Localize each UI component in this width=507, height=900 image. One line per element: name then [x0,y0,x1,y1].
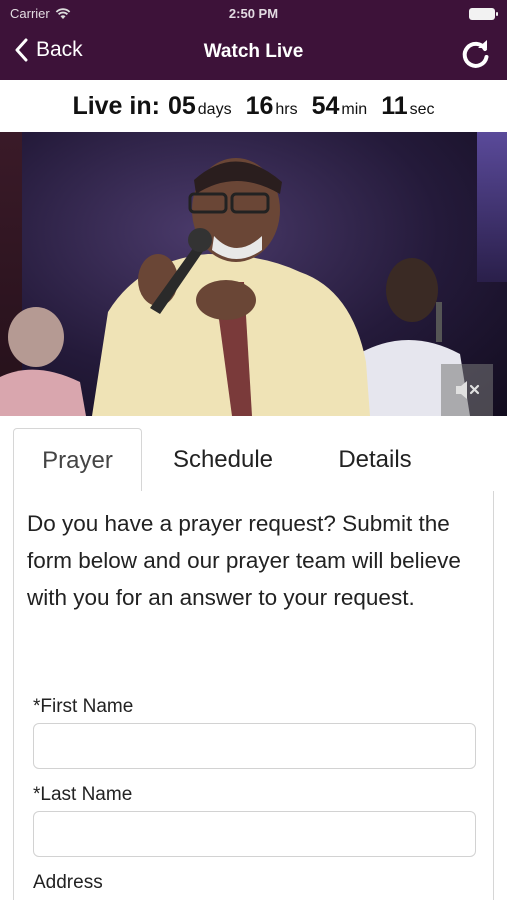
countdown-minutes-unit: min [341,101,368,118]
nav-bar: Back Watch Live [0,30,507,76]
first-name-field[interactable] [33,723,476,769]
countdown-hours-unit: hrs [275,101,298,118]
address-label: Address [33,872,103,893]
tab-prayer[interactable]: Prayer [13,428,142,492]
battery-icon [469,8,498,20]
video-frame-image [0,158,470,416]
last-name-label: *Last Name [33,784,133,805]
first-name-label: *First Name [33,696,134,717]
tab-details[interactable]: Details [313,428,437,492]
prayer-intro-text: Do you have a prayer request? Submit the… [27,511,461,610]
tab-bar: Prayer Schedule Details [13,428,494,492]
chevron-left-icon [15,38,28,62]
countdown-days-unit: days [197,101,232,118]
top-bar: Carrier 2:50 PM Back Watch Live [0,0,507,80]
countdown-days: 05 [167,92,196,120]
status-bar: Carrier 2:50 PM [0,0,507,26]
countdown-seconds: 11 [381,92,408,120]
prayer-panel: Do you have a prayer request? Submit the… [13,491,494,900]
muted-speaker-icon [456,381,480,399]
back-button[interactable]: Back [14,38,83,62]
refresh-icon[interactable] [459,37,493,71]
status-time: 2:50 PM [228,6,279,21]
countdown-hours: 16 [245,92,274,120]
countdown-minutes: 54 [311,92,340,120]
video-player[interactable] [0,132,507,416]
countdown-seconds-unit: sec [409,101,435,118]
countdown-timer: Live in: 05 days 16 hrs 54 min 11 sec [0,80,507,132]
last-name-field[interactable] [33,811,476,857]
countdown-label: Live in: [72,92,160,120]
back-label: Back [36,38,83,61]
tab-schedule[interactable]: Schedule [153,428,293,492]
mute-button[interactable] [441,364,493,416]
